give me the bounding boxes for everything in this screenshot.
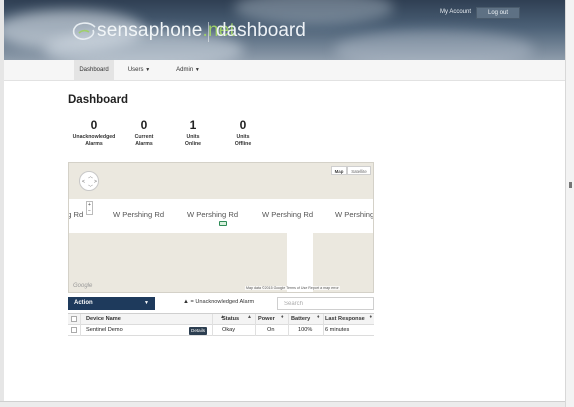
- stat-value: 0: [239, 118, 247, 132]
- stat-label: Units Offline: [234, 134, 252, 147]
- device-table: Device Name ▲ Status ▲ Power ♦ Battery ♦…: [68, 313, 374, 336]
- stat-units-offline: 0 Units Offline: [215, 119, 271, 148]
- nav-item-users[interactable]: Users ▼: [123, 60, 155, 80]
- logout-button[interactable]: Log out: [476, 7, 520, 19]
- logo-divider: [208, 22, 209, 42]
- row-checkbox[interactable]: [71, 327, 77, 333]
- column-header-power[interactable]: Power: [258, 314, 283, 325]
- sort-icon[interactable]: ♦: [317, 314, 320, 320]
- column-header-device-name[interactable]: Device Name: [86, 314, 201, 325]
- map-type-map-button[interactable]: Map: [331, 166, 347, 175]
- map-zoom-control[interactable]: + −: [86, 201, 93, 215]
- scrollbar-thumb[interactable]: [569, 182, 572, 188]
- status-cell: Okay: [222, 327, 236, 333]
- stat-value: 0: [90, 118, 98, 132]
- street-label: W Pershing Rd: [262, 210, 314, 219]
- nav-item-admin[interactable]: Admin ▼: [171, 60, 205, 80]
- street-label: W Pershing Rd: [113, 210, 165, 219]
- map-pan-control[interactable]: ︿ < > ﹀: [79, 171, 99, 191]
- sort-icon[interactable]: ♦: [369, 314, 372, 320]
- google-logo: Google: [73, 283, 93, 289]
- stat-value: 0: [140, 118, 148, 132]
- main-nav: Dashboard Users ▼ Admin ▼: [4, 60, 565, 81]
- pan-down-icon[interactable]: ﹀: [88, 184, 93, 191]
- stat-label: Units Online: [184, 134, 202, 147]
- stat-label: Unacknowledged Alarms: [72, 134, 116, 147]
- table-header-row: Device Name ▲ Status ▲ Power ♦ Battery ♦…: [68, 314, 374, 325]
- road: [287, 233, 313, 292]
- stat-units-online: 1 Units Online: [165, 119, 221, 148]
- vertical-scrollbar[interactable]: [565, 0, 574, 407]
- street-label: W Pershing Rd: [187, 210, 239, 219]
- pan-left-icon[interactable]: <: [82, 179, 85, 185]
- stat-value: 1: [189, 118, 197, 132]
- column-header-battery[interactable]: Battery: [291, 314, 319, 325]
- brand-logo-text[interactable]: sensaphone.net: [97, 20, 235, 42]
- stat-unacknowledged-alarms: 0 Unacknowledged Alarms: [66, 119, 122, 148]
- pan-right-icon[interactable]: >: [94, 179, 97, 185]
- my-account-link[interactable]: My Account: [440, 9, 471, 15]
- map-attribution[interactable]: Map data ©2015 Google Terms of Use Repor…: [245, 286, 340, 290]
- caret-down-icon: ▼: [144, 300, 149, 306]
- zoom-out-button[interactable]: −: [88, 208, 91, 214]
- search-input[interactable]: [277, 297, 374, 310]
- battery-cell: 100%: [298, 327, 313, 333]
- nav-item-dashboard[interactable]: Dashboard: [74, 60, 114, 80]
- stat-label: Current Alarms: [134, 134, 154, 147]
- last-response-cell: 6 minutes: [325, 327, 350, 333]
- action-dropdown[interactable]: Action ▼: [68, 297, 155, 310]
- page-title: Dashboard: [68, 94, 129, 106]
- device-marker-icon[interactable]: [219, 221, 227, 226]
- column-header-last-response[interactable]: Last Response: [325, 314, 367, 325]
- select-all-checkbox[interactable]: [71, 316, 77, 322]
- alarm-legend: ▲ = Unacknowledged Alarm: [183, 299, 255, 305]
- street-label: W Pershing: [335, 210, 374, 219]
- header-banner: sensaphone.net dashboard My Account Log …: [4, 0, 565, 60]
- street-label: ng Rd: [69, 210, 84, 219]
- table-row[interactable]: Sentinel Demo Details Okay On 100% 6 min…: [68, 325, 374, 336]
- device-name-cell: Sentinel Demo: [86, 327, 123, 333]
- sort-icon[interactable]: ▲: [247, 314, 252, 320]
- window-bottom-edge: [0, 401, 565, 407]
- caret-down-icon: ▼: [194, 67, 200, 73]
- device-map[interactable]: ng Rd W Pershing Rd W Pershing Rd W Pers…: [68, 162, 374, 293]
- power-cell: On: [267, 327, 275, 333]
- caret-down-icon: ▼: [145, 67, 151, 73]
- alarm-triangle-icon: ▲: [183, 299, 189, 305]
- stat-current-alarms: 0 Current Alarms: [116, 119, 172, 148]
- pan-up-icon[interactable]: ︿: [88, 173, 93, 180]
- sort-icon[interactable]: ♦: [281, 314, 284, 320]
- details-button[interactable]: Details: [189, 327, 208, 335]
- map-type-satellite-button[interactable]: Satellite: [347, 166, 371, 175]
- section-title: dashboard: [216, 20, 306, 41]
